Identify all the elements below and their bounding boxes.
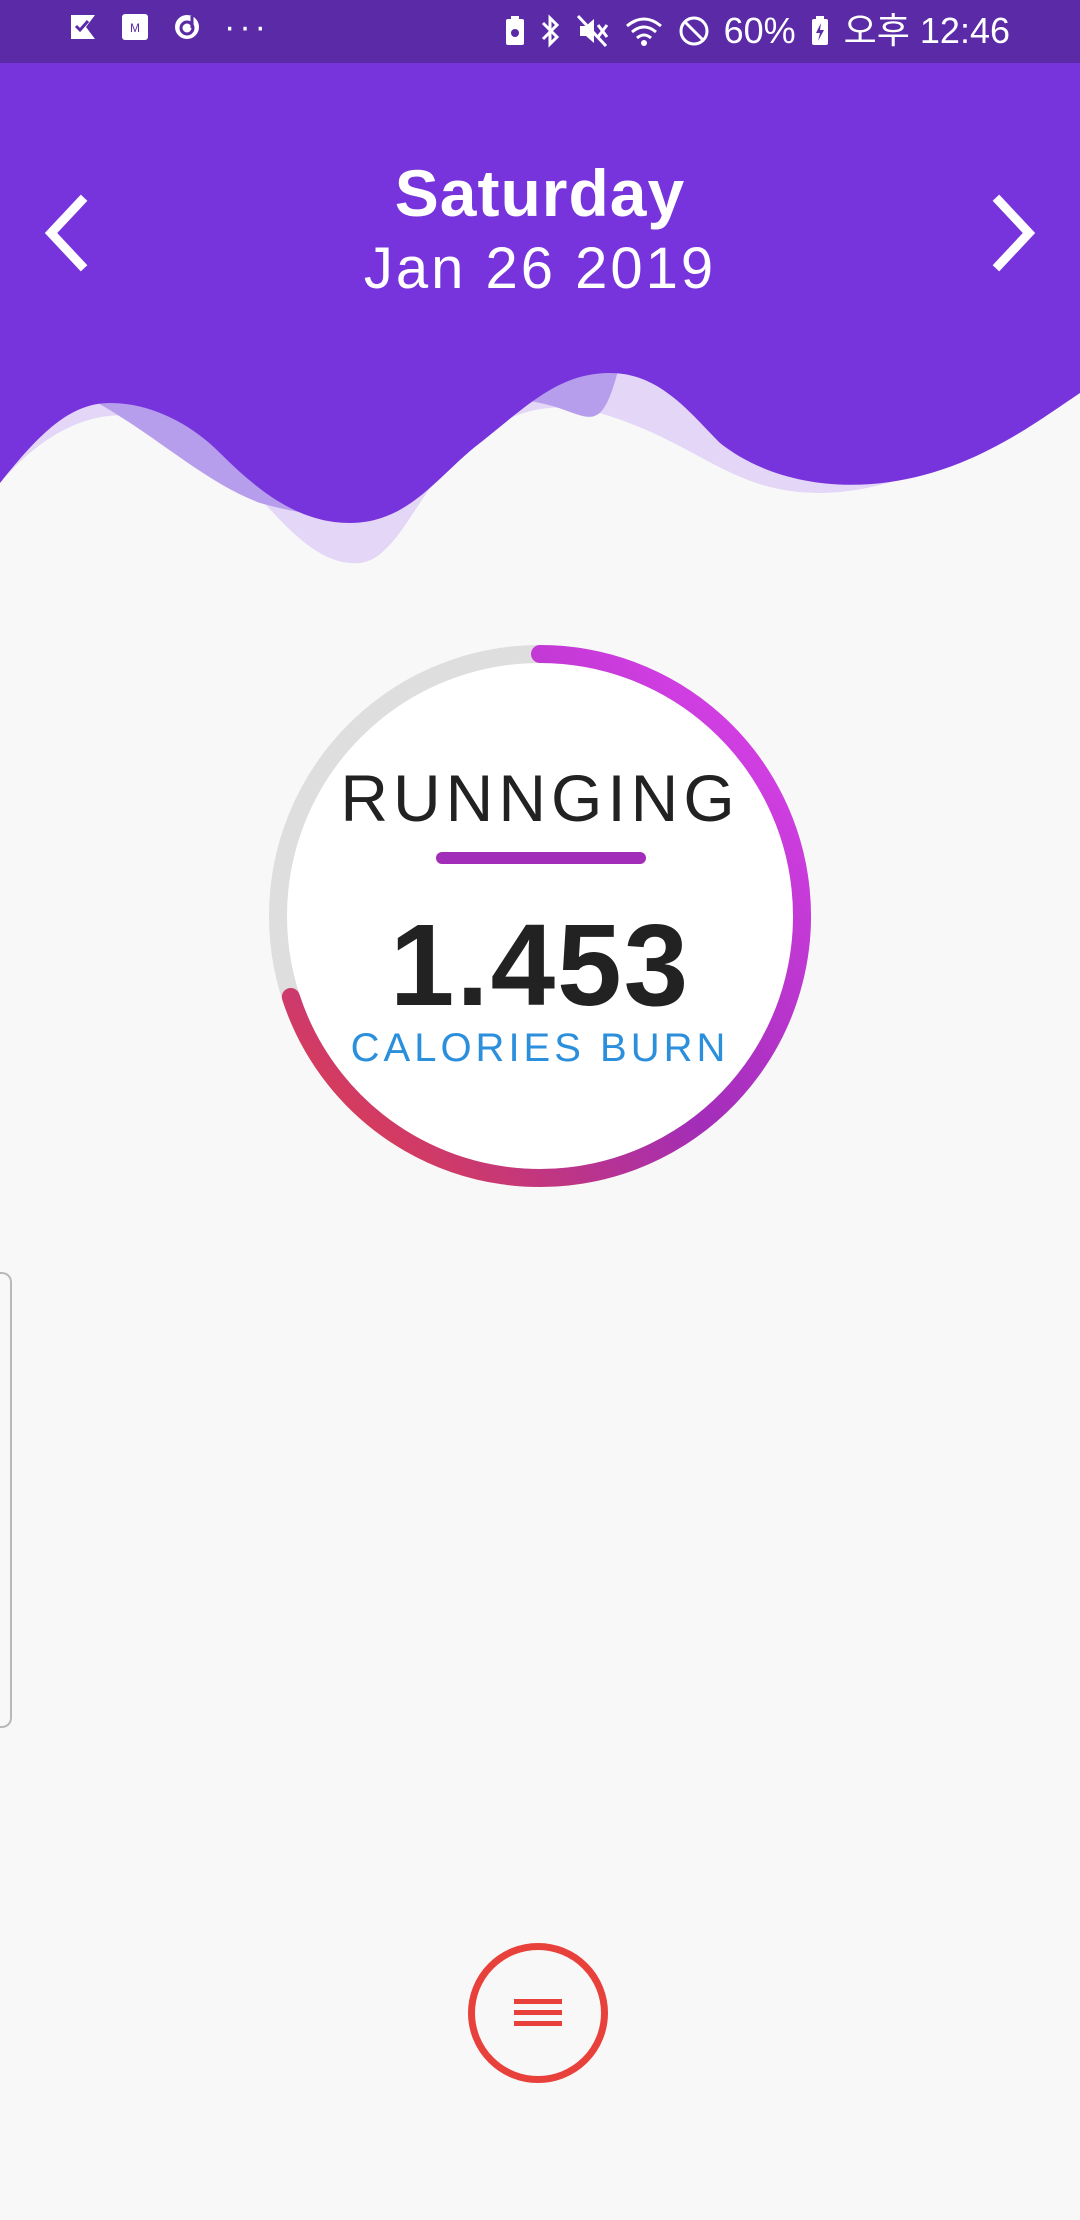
battery-percentage: 60% bbox=[723, 10, 796, 51]
next-day-button[interactable] bbox=[968, 188, 1058, 278]
svg-text:M: M bbox=[130, 21, 140, 35]
edge-panel-handle[interactable] bbox=[0, 1272, 12, 1728]
bluetooth-icon bbox=[540, 14, 562, 48]
check-flag-icon bbox=[68, 12, 98, 42]
header-wave-background bbox=[0, 63, 1080, 564]
activity-underline bbox=[436, 852, 646, 864]
mp-app-icon: M bbox=[120, 12, 150, 42]
refresh-clock-icon bbox=[172, 12, 202, 42]
clock-time: 오후 12:46 bbox=[843, 10, 1010, 51]
block-icon bbox=[678, 15, 710, 47]
day-title: Saturday bbox=[394, 156, 686, 230]
mute-icon bbox=[576, 14, 610, 48]
status-bar: M ··· 60% 오후 12:46 bbox=[0, 0, 1080, 63]
date-subtitle: Jan 26 2019 bbox=[363, 236, 717, 301]
chevron-right-icon bbox=[992, 194, 1036, 272]
calorie-value: 1.453 bbox=[389, 900, 691, 1030]
calorie-progress-ring: RUNNGING 1.453 CALORIES BURN bbox=[264, 640, 816, 1192]
battery-icon bbox=[810, 15, 830, 47]
more-notifications-indicator: ··· bbox=[224, 8, 270, 46]
app-screen: M ··· 60% 오후 12:46 Saturday Jan 26 2019 … bbox=[0, 0, 1080, 2220]
activity-name: RUNNGING bbox=[340, 761, 740, 835]
calorie-unit-label: CALORIES BURN bbox=[350, 1026, 730, 1070]
battery-saver-icon bbox=[504, 15, 526, 47]
wifi-icon bbox=[624, 14, 664, 48]
date-header: Saturday Jan 26 2019 bbox=[0, 63, 1080, 633]
menu-button[interactable] bbox=[468, 1943, 608, 2083]
menu-icon bbox=[514, 1999, 562, 2026]
